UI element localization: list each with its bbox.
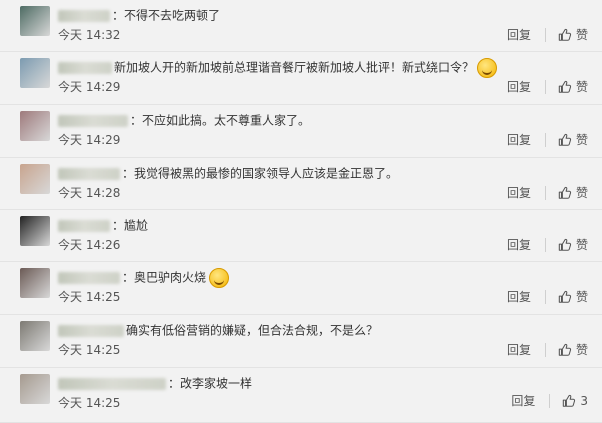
comment-item: ：改李家坡一样今天 14:25 回复 3 (0, 368, 602, 423)
like-button[interactable]: 赞 (546, 341, 588, 358)
comment-actions: 回复 赞 (507, 288, 588, 305)
avatar[interactable] (20, 111, 50, 141)
like-count: 赞 (575, 343, 588, 357)
timestamp: 今天 14:29 (58, 80, 121, 94)
like-button[interactable]: 赞 (546, 26, 588, 43)
thumbs-up-icon (558, 290, 576, 304)
avatar[interactable] (20, 216, 50, 246)
comment-actions: 回复 赞 (507, 236, 588, 253)
like-button[interactable]: 3 (550, 394, 588, 408)
comment-item: 确实有低俗营销的嫌疑，但合法合规，不是么？ 今天 14:25 回复 赞 (0, 315, 602, 368)
like-button[interactable]: 赞 (546, 236, 588, 253)
like-button[interactable]: 赞 (546, 78, 588, 95)
like-button[interactable]: 赞 (546, 184, 588, 201)
timestamp: 今天 14:32 (58, 28, 121, 42)
comment-text: ：我觉得被黑的最惨的国家领导人应该是金正恩了。 (122, 166, 399, 181)
username[interactable] (58, 61, 112, 74)
thumbs-up-icon (558, 238, 576, 252)
like-count: 赞 (575, 80, 588, 94)
thumbs-up-icon (558, 80, 576, 94)
emoji-icon (209, 267, 230, 288)
comment-item: 新加坡人开的新加坡前总理谐音餐厅被新加坡人批评！新式绕口令？ 今天 14:29 回复… (0, 52, 602, 105)
comment-text: ：改李家坡一样 (168, 376, 253, 391)
username[interactable] (58, 377, 166, 390)
like-count: 赞 (575, 28, 588, 42)
comment-line: 确实有低俗营销的嫌疑，但合法合规，不是么？ (58, 319, 378, 341)
comment-actions: 回复 3 (511, 394, 588, 408)
avatar[interactable] (20, 58, 50, 88)
avatar[interactable] (20, 6, 50, 36)
avatar[interactable] (20, 374, 50, 404)
comment-actions: 回复 赞 (507, 341, 588, 358)
reply-button[interactable]: 回复 (507, 27, 546, 42)
username[interactable] (58, 167, 120, 180)
thumbs-up-icon (558, 133, 576, 147)
comment-actions: 回复 赞 (507, 26, 588, 43)
thumbs-up-icon (562, 394, 580, 408)
comment-line: ：不得不去吃两顿了 (58, 4, 220, 26)
reply-button[interactable]: 回复 (507, 185, 546, 200)
comment-item: ：尴尬今天 14:26 回复 赞 (0, 210, 602, 262)
like-count: 赞 (575, 133, 588, 147)
timestamp: 今天 14:28 (58, 186, 121, 200)
comment-line: ：改李家坡一样 (58, 372, 252, 394)
like-count: 赞 (575, 290, 588, 304)
timestamp: 今天 14:25 (58, 396, 121, 410)
username[interactable] (58, 219, 110, 232)
comment-line: ：不应如此搞。太不尊重人家了。 (58, 109, 310, 131)
timestamp: 今天 14:26 (58, 238, 121, 252)
reply-button[interactable]: 回复 (507, 342, 546, 357)
thumbs-up-icon (558, 343, 576, 357)
like-count: 3 (580, 394, 588, 408)
comment-text: 确实有低俗营销的嫌疑，但合法合规，不是么？ (126, 323, 379, 338)
comment-line: 新加坡人开的新加坡前总理谐音餐厅被新加坡人批评！新式绕口令？ (58, 56, 498, 78)
comment-item: ：我觉得被黑的最惨的国家领导人应该是金正恩了。 今天 14:28 回复 赞 (0, 158, 602, 210)
comment-text: ：奥巴驴肉火烧 (122, 270, 207, 285)
username[interactable] (58, 114, 128, 127)
comment-text: 新加坡人开的新加坡前总理谐音餐厅被新加坡人批评！新式绕口令？ (114, 60, 475, 75)
like-button[interactable]: 赞 (546, 131, 588, 148)
comment-item: ：不得不去吃两顿了今天 14:32 回复 赞 (0, 0, 602, 52)
comment-actions: 回复 赞 (507, 78, 588, 95)
comment-actions: 回复 赞 (507, 184, 588, 201)
comment-item: ：奥巴驴肉火烧 今天 14:25 回复 赞 (0, 262, 602, 315)
comment-list: ：不得不去吃两顿了 今天 14:32 回复赞新加坡人开的新加坡前总理谐音餐厅被新加坡… (0, 0, 602, 423)
comment-text: ：不应如此搞。太不尊重人家了。 (130, 113, 311, 128)
thumbs-up-icon (558, 28, 576, 42)
username[interactable] (58, 271, 120, 284)
comment-text: ：尴尬 (112, 218, 149, 233)
like-button[interactable]: 赞 (546, 288, 588, 305)
reply-button[interactable]: 回复 (507, 237, 546, 252)
comment-actions: 回复 赞 (507, 131, 588, 148)
thumbs-up-icon (558, 186, 576, 200)
like-count: 赞 (575, 238, 588, 252)
emoji-icon (477, 57, 498, 78)
timestamp: 今天 14:25 (58, 343, 121, 357)
avatar[interactable] (20, 321, 50, 351)
reply-button[interactable]: 回复 (507, 289, 546, 304)
like-count: 赞 (575, 186, 588, 200)
reply-button[interactable]: 回复 (507, 132, 546, 147)
timestamp: 今天 14:29 (58, 133, 121, 147)
comment-line: ：尴尬 (58, 214, 148, 236)
username[interactable] (58, 9, 110, 22)
comment-line: ：奥巴驴肉火烧 (58, 266, 230, 288)
username[interactable] (58, 324, 124, 337)
comment-item: ：不应如此搞。太不尊重人家了。 今天 14:29 回复 赞 (0, 105, 602, 158)
comment-text: ：不得不去吃两顿了 (112, 8, 221, 23)
timestamp: 今天 14:25 (58, 290, 121, 304)
comment-line: ：我觉得被黑的最惨的国家领导人应该是金正恩了。 (58, 162, 398, 184)
reply-button[interactable]: 回复 (511, 394, 551, 408)
avatar[interactable] (20, 164, 50, 194)
avatar[interactable] (20, 268, 50, 298)
reply-button[interactable]: 回复 (507, 79, 546, 94)
